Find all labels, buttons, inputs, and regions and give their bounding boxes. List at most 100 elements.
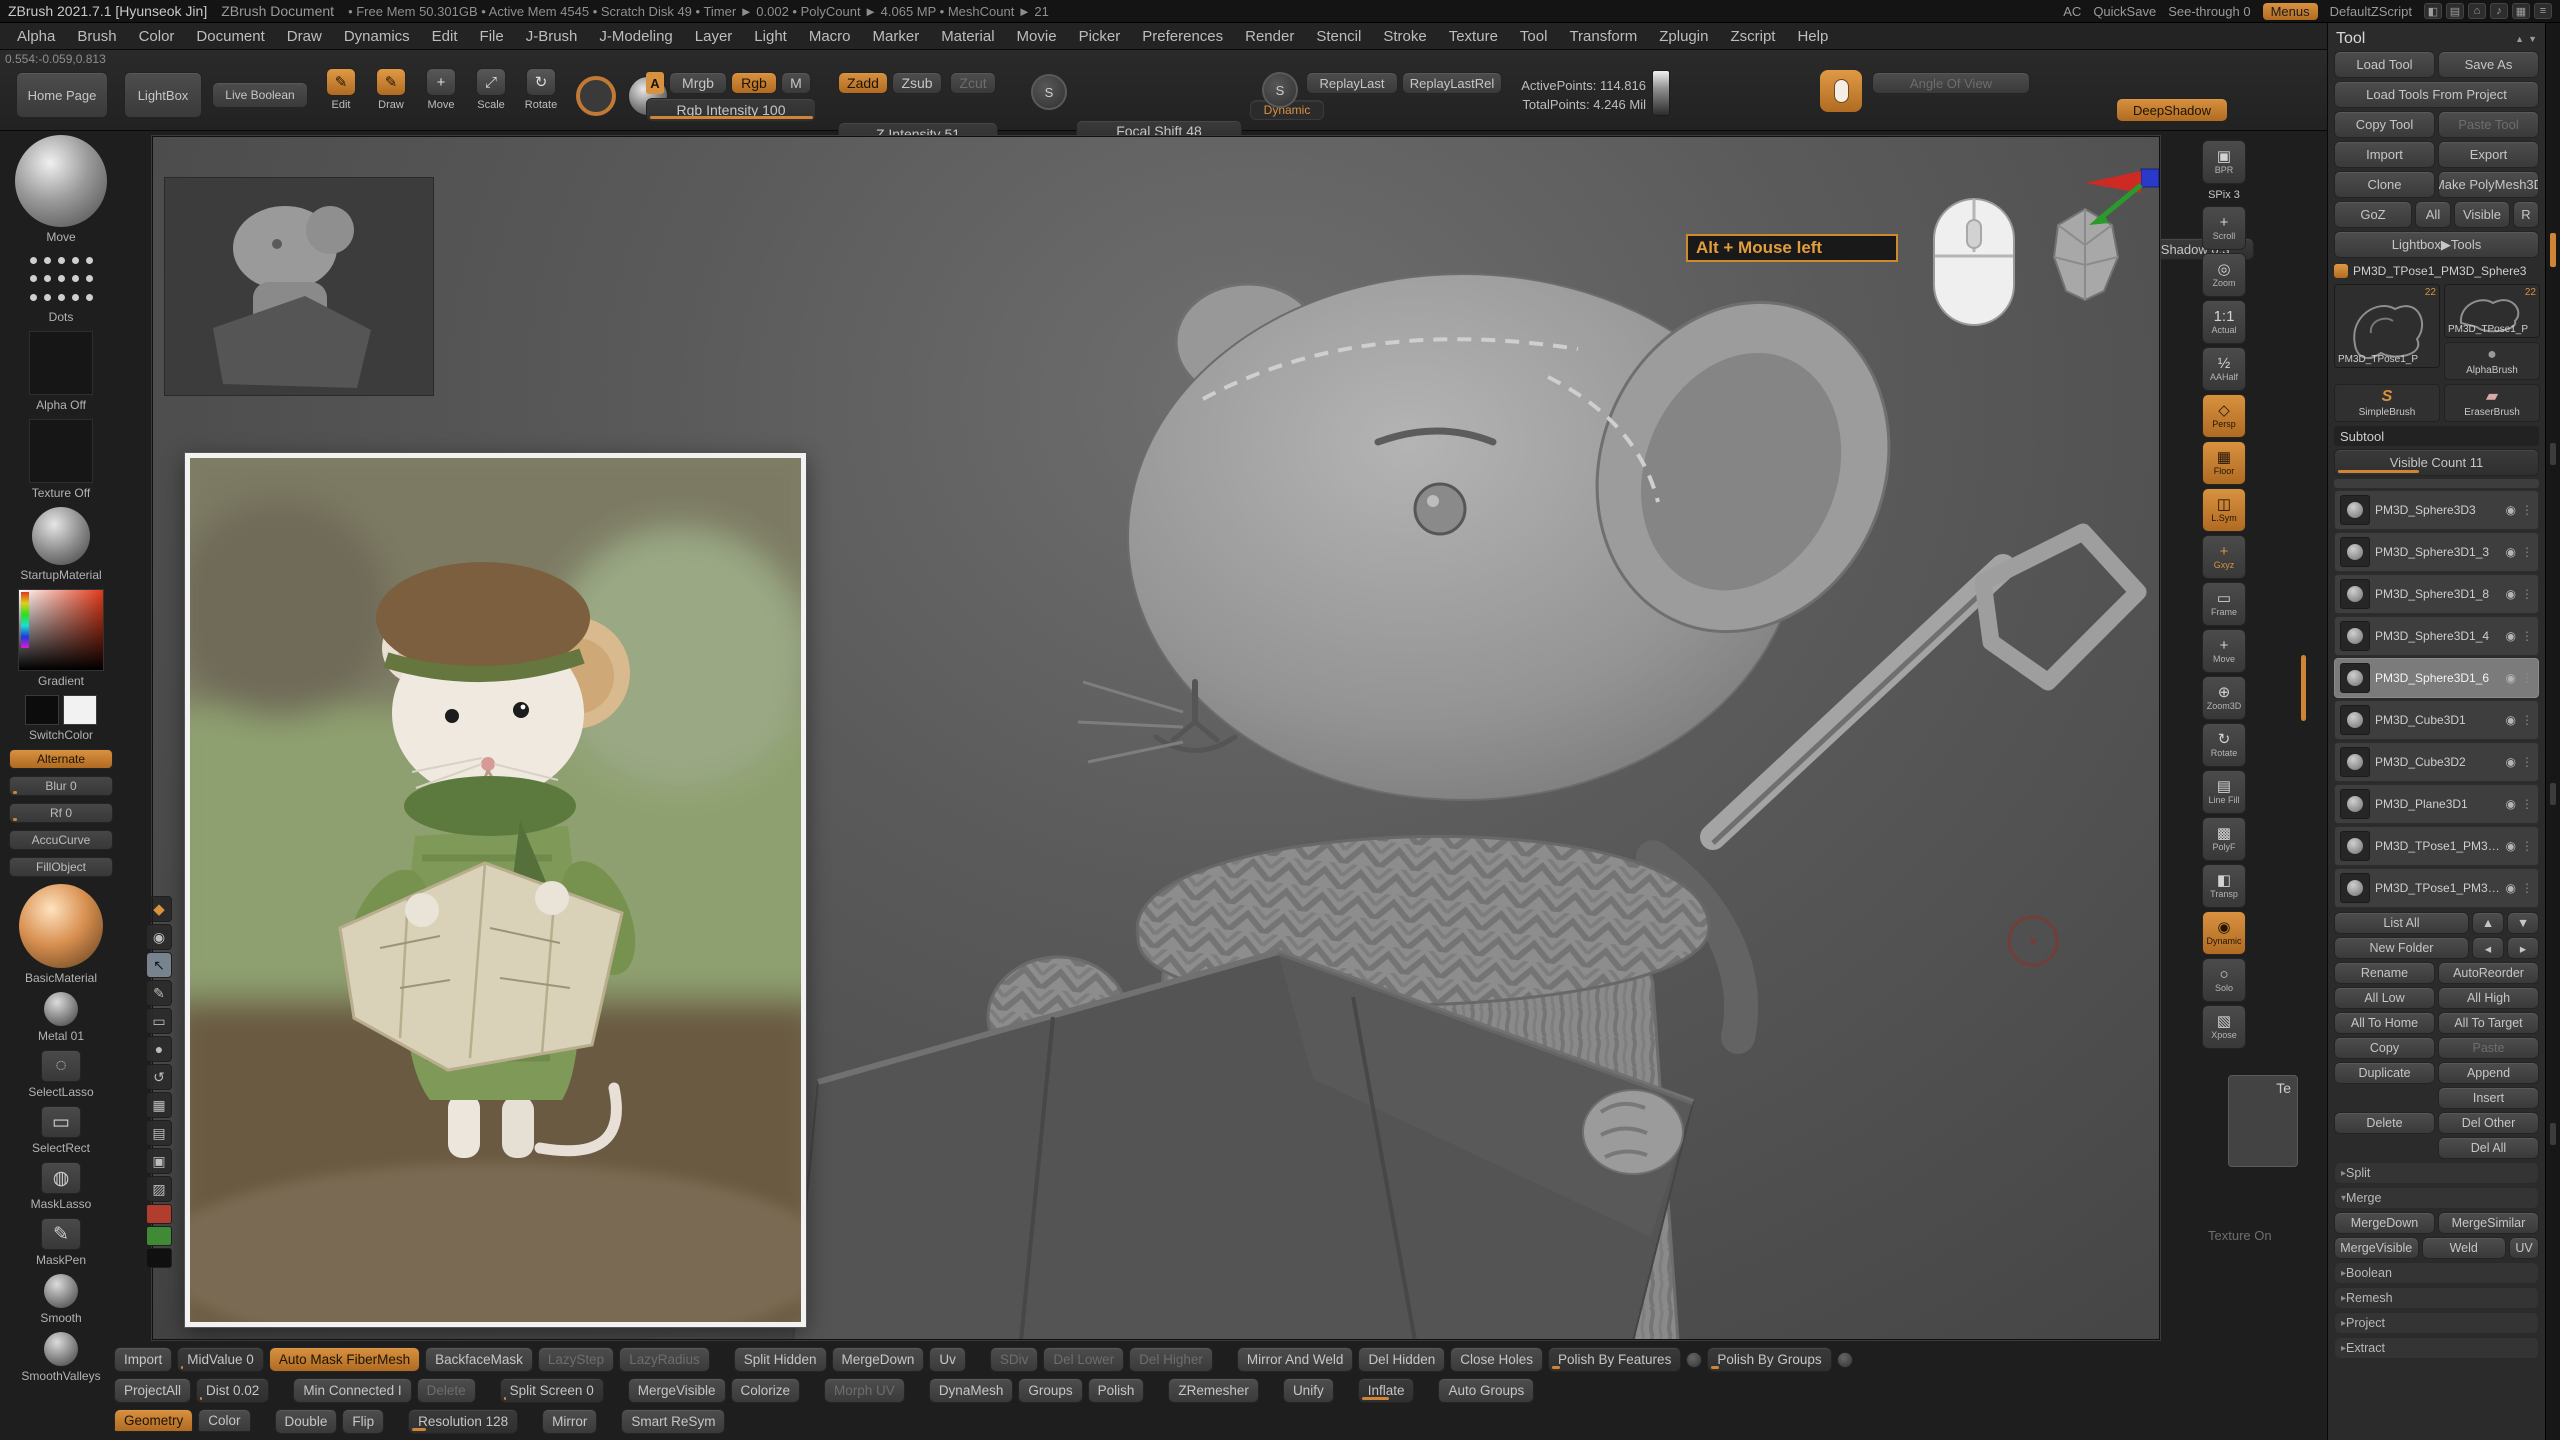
lightbox-button[interactable]: LightBox xyxy=(124,72,202,118)
points-vslider[interactable] xyxy=(1652,70,1670,116)
quick-tool-icon[interactable]: ● xyxy=(146,1036,172,1062)
brush-ring-icon[interactable] xyxy=(576,76,616,116)
paste-button[interactable]: Paste xyxy=(2438,1037,2539,1059)
menu-draw[interactable]: Draw xyxy=(276,23,333,50)
angle-of-view-button[interactable]: Angle Of View xyxy=(1872,72,2030,94)
close-holes-button[interactable]: Close Holes xyxy=(1450,1347,1543,1372)
merge-button[interactable]: Merge xyxy=(2334,1187,2539,1209)
scroll-down-icon[interactable]: ▼ xyxy=(2528,34,2537,44)
subtool-menu-icon[interactable]: ⋮ xyxy=(2521,839,2533,853)
item-button[interactable]: ◂ xyxy=(2472,937,2504,959)
shelf-xpose-button[interactable]: ▧Xpose xyxy=(2202,1005,2246,1049)
shelf-line-fill-button[interactable]: ▤Line Fill xyxy=(2202,770,2246,814)
shelf-aahalf-button[interactable]: ½AAHalf xyxy=(2202,347,2246,391)
lazystep-button[interactable]: LazyStep xyxy=(538,1347,614,1372)
sidebar-item-maskpen[interactable]: ✎MaskPen xyxy=(36,1218,86,1267)
menu-stencil[interactable]: Stencil xyxy=(1305,23,1372,50)
inflate-button[interactable]: Inflate xyxy=(1358,1378,1415,1403)
sidebar-item-switchcolor[interactable]: SwitchColor xyxy=(25,695,97,742)
eye-icon[interactable]: ◉ xyxy=(2506,839,2516,853)
rename-button[interactable]: Rename xyxy=(2334,962,2435,984)
sidebar-item-rf-0[interactable]: Rf 0 xyxy=(9,803,113,823)
subtool-row-pm3d-sphere3d3[interactable]: PM3D_Sphere3D3◉⋮ xyxy=(2334,490,2539,530)
alphabrush-button[interactable]: ● AlphaBrush xyxy=(2444,342,2540,380)
load-tool-button[interactable]: Load Tool xyxy=(2334,51,2435,78)
visible-button[interactable]: Visible xyxy=(2454,201,2510,228)
split-hidden-button[interactable]: Split Hidden xyxy=(734,1347,827,1372)
import-button[interactable]: Import xyxy=(114,1347,172,1372)
sidebar-item-startupmaterial[interactable]: StartupMaterial xyxy=(20,507,101,582)
mergedown-button[interactable]: MergeDown xyxy=(832,1347,925,1372)
insert-button[interactable]: Insert xyxy=(2438,1087,2539,1109)
mergesimilar-button[interactable]: MergeSimilar xyxy=(2438,1212,2539,1234)
menu-light[interactable]: Light xyxy=(743,23,798,50)
lightbox-tools-button[interactable]: Lightbox▶Tools xyxy=(2334,231,2539,258)
make-polymesh3d-button[interactable]: Make PolyMesh3D xyxy=(2438,171,2539,198)
visible-count-slider[interactable]: Visible Count 11 xyxy=(2334,449,2539,476)
eye-icon[interactable]: ◉ xyxy=(2506,881,2516,895)
document-viewport[interactable]: Alt + Mouse left xyxy=(152,136,2160,1340)
auto-groups-button[interactable]: Auto Groups xyxy=(1438,1378,1534,1403)
colorize-button[interactable]: Colorize xyxy=(731,1378,801,1403)
copy-button[interactable]: Copy xyxy=(2334,1037,2435,1059)
export-button[interactable]: Export xyxy=(2438,141,2539,168)
menu-picker[interactable]: Picker xyxy=(1068,23,1132,50)
item-button[interactable]: ▸ xyxy=(2507,937,2539,959)
menu-stroke[interactable]: Stroke xyxy=(1372,23,1437,50)
min-connected-i-button[interactable]: Min Connected I xyxy=(293,1378,411,1403)
projectall-button[interactable]: ProjectAll xyxy=(114,1378,191,1403)
button-button[interactable] xyxy=(1686,1352,1702,1368)
mirror-and-weld-button[interactable]: Mirror And Weld xyxy=(1237,1347,1354,1372)
eye-icon[interactable]: ◉ xyxy=(2506,503,2516,517)
menu-j-brush[interactable]: J-Brush xyxy=(515,23,589,50)
eraserbrush-button[interactable]: ▰ EraserBrush xyxy=(2444,384,2540,422)
r-button[interactable]: R xyxy=(2513,201,2539,228)
button-button[interactable] xyxy=(1837,1352,1853,1368)
zsub-button[interactable]: Zsub xyxy=(892,72,942,94)
uv-button[interactable]: Uv xyxy=(929,1347,966,1372)
eye-icon[interactable]: ◉ xyxy=(2506,797,2516,811)
menu-material[interactable]: Material xyxy=(930,23,1005,50)
subtool-menu-icon[interactable]: ⋮ xyxy=(2521,503,2533,517)
delete-button[interactable]: Delete xyxy=(2334,1112,2435,1134)
simplebrush-button[interactable]: S SimpleBrush xyxy=(2334,384,2440,422)
append-button[interactable]: Append xyxy=(2438,1062,2539,1084)
sidebar-item-gradient[interactable]: Gradient xyxy=(18,589,104,688)
subtool-row-pm3d-plane3d1[interactable]: PM3D_Plane3D1◉⋮ xyxy=(2334,784,2539,824)
replay-s-icon[interactable]: S xyxy=(1262,72,1298,108)
shelf-floor-button[interactable]: ▦Floor xyxy=(2202,441,2246,485)
move-mode-button[interactable]: +Move xyxy=(418,68,464,122)
menu-macro[interactable]: Macro xyxy=(798,23,862,50)
subtool-menu-icon[interactable]: ⋮ xyxy=(2521,713,2533,727)
project-button[interactable]: Project xyxy=(2334,1312,2539,1334)
document-thumbnail[interactable] xyxy=(164,177,434,396)
quick-tool-icon[interactable]: ▦ xyxy=(146,1092,172,1118)
m-button[interactable]: M xyxy=(781,72,811,94)
menu-layer[interactable]: Layer xyxy=(684,23,744,50)
mirror-button[interactable]: Mirror xyxy=(542,1409,597,1434)
import-button[interactable]: Import xyxy=(2334,141,2435,168)
color-button[interactable]: Color xyxy=(198,1409,250,1432)
mergedown-button[interactable]: MergeDown xyxy=(2334,1212,2435,1234)
subtool-row-pm3d-sphere3d1-3[interactable]: PM3D_Sphere3D1_3◉⋮ xyxy=(2334,532,2539,572)
menu-render[interactable]: Render xyxy=(1234,23,1305,50)
dist-0-02-button[interactable]: Dist 0.02 xyxy=(196,1378,269,1403)
double-button[interactable]: Double xyxy=(275,1409,338,1434)
menu-transform[interactable]: Transform xyxy=(1558,23,1648,50)
stroke-s-icon[interactable]: S xyxy=(1031,74,1067,110)
alpha-badge[interactable]: A xyxy=(646,72,664,94)
subtool-menu-icon[interactable]: ⋮ xyxy=(2521,545,2533,559)
edit-mode-button[interactable]: ✎Edit xyxy=(318,68,364,122)
all-to-target-button[interactable]: All To Target xyxy=(2438,1012,2539,1034)
sidebar-item-texture-off[interactable]: Texture Off xyxy=(29,419,93,500)
del-higher-button[interactable]: Del Higher xyxy=(1129,1347,1213,1372)
sidebar-item-basicmaterial[interactable]: BasicMaterial xyxy=(19,884,103,985)
home-page-button[interactable]: Home Page xyxy=(16,72,108,118)
menu-zplugin[interactable]: Zplugin xyxy=(1648,23,1719,50)
shelf-polyf-button[interactable]: ▩PolyF xyxy=(2202,817,2246,861)
layout-icon[interactable]: ▦ xyxy=(2512,3,2530,19)
quick-tool-icon[interactable]: ◉ xyxy=(146,924,172,950)
eye-icon[interactable]: ◉ xyxy=(2506,755,2516,769)
groups-button[interactable]: Groups xyxy=(1018,1378,1082,1403)
menu-dynamics[interactable]: Dynamics xyxy=(333,23,421,50)
